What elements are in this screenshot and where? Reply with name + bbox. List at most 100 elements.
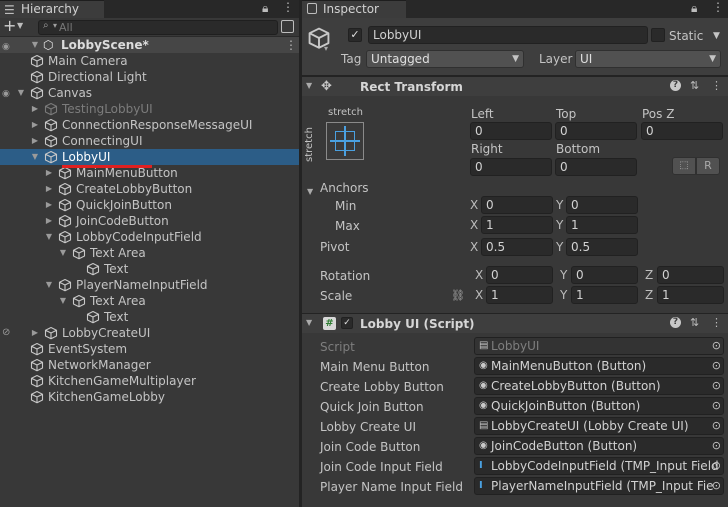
hierarchy-item[interactable]: EventSystem [0, 341, 299, 357]
add-dropdown-arrow-icon[interactable]: ▼ [17, 21, 23, 30]
hierarchy-item[interactable]: KitchenGameLobby [0, 389, 299, 405]
top-field[interactable]: 0 [555, 122, 637, 140]
hierarchy-item[interactable]: ▶ JoinCodeButton [0, 213, 299, 229]
right-field[interactable]: 0 [470, 158, 552, 176]
expand-arrow-icon[interactable]: ▼ [30, 37, 40, 53]
hierarchy-item[interactable]: ▼ PlayerNameInputField [0, 277, 299, 293]
presets-icon[interactable]: ⇅ [690, 79, 699, 92]
expand-arrow-icon[interactable]: ▼ [306, 81, 312, 90]
object-reference-field[interactable]: ◉ CreateLobbyButton (Button) ⊙ [474, 377, 724, 395]
object-reference-field[interactable]: I LobbyCodeInputField (TMP_Input Field ⊙ [474, 457, 724, 475]
blueprint-mode-button[interactable]: ⬚ [672, 157, 696, 175]
hierarchy-item[interactable]: ▼ Text Area [0, 245, 299, 261]
hierarchy-item[interactable]: ▼ Canvas ◉ [0, 85, 299, 101]
component-menu-icon[interactable]: ⋮ [711, 316, 722, 329]
scale-z-field[interactable]: 1 [657, 286, 724, 304]
object-picker-icon[interactable]: ⊙ [712, 438, 721, 454]
static-dropdown-icon[interactable]: ▼ [713, 28, 720, 44]
add-button[interactable]: + [3, 16, 16, 35]
active-checkbox[interactable]: ✓ [348, 28, 362, 42]
object-picker-icon[interactable]: ⊙ [712, 418, 721, 434]
help-icon[interactable]: ? [670, 317, 681, 328]
collapse-arrow-icon[interactable]: ▶ [44, 181, 54, 197]
object-picker-icon[interactable]: ⊙ [712, 478, 721, 494]
object-reference-field[interactable]: ◉ JoinCodeButton (Button) ⊙ [474, 437, 724, 455]
constrain-proportions-icon[interactable]: ⛓ [451, 288, 465, 304]
bottom-field[interactable]: 0 [555, 158, 637, 176]
presets-icon[interactable]: ⇅ [690, 316, 699, 329]
scene-row[interactable]: ◉ ▼ ⬡ LobbyScene* ⋮ [0, 37, 299, 53]
min-x-field[interactable]: 0 [481, 196, 553, 214]
scale-y-field[interactable]: 1 [571, 286, 638, 304]
hierarchy-item[interactable]: ▼ LobbyUI [0, 149, 299, 165]
pivot-y-field[interactable]: 0.5 [566, 238, 638, 256]
expand-arrow-icon[interactable]: ▼ [58, 293, 68, 309]
object-picker-icon[interactable]: ⊙ [712, 398, 721, 414]
object-picker-icon[interactable]: ⊙ [712, 358, 721, 374]
lock-icon[interactable]: 🔒︎ [691, 1, 697, 16]
hierarchy-item[interactable]: ▶ ConnectionResponseMessageUI [0, 117, 299, 133]
posz-field[interactable]: 0 [641, 122, 723, 140]
hierarchy-item[interactable]: Text [0, 261, 299, 277]
expand-arrow-icon[interactable]: ▼ [44, 277, 54, 293]
expand-arrow-icon[interactable]: ▼ [306, 318, 312, 327]
object-picker-icon[interactable]: ⊙ [712, 338, 721, 354]
object-reference-field[interactable]: I PlayerNameInputField (TMP_Input Fie ⊙ [474, 477, 724, 495]
hierarchy-item[interactable]: Main Camera [0, 53, 299, 69]
collapse-arrow-icon[interactable]: ▶ [30, 101, 40, 117]
max-y-field[interactable]: 1 [566, 216, 638, 234]
collapse-arrow-icon[interactable]: ▶ [44, 197, 54, 213]
component-menu-icon[interactable]: ⋮ [711, 79, 722, 92]
object-name-field[interactable]: LobbyUI [368, 26, 648, 44]
object-reference-field[interactable]: ◉ MainMenuButton (Button) ⊙ [474, 357, 724, 375]
min-y-field[interactable]: 0 [566, 196, 638, 214]
collapse-arrow-icon[interactable]: ▶ [30, 133, 40, 149]
hierarchy-item[interactable]: NetworkManager [0, 357, 299, 373]
object-reference-field[interactable]: ▤ LobbyCreateUI (Lobby Create UI) ⊙ [474, 417, 724, 435]
hierarchy-item[interactable]: ▼ LobbyCodeInputField [0, 229, 299, 245]
help-icon[interactable]: ? [670, 80, 681, 91]
hierarchy-item[interactable]: KitchenGameMultiplayer [0, 373, 299, 389]
expand-arrow-icon[interactable]: ▼ [44, 229, 54, 245]
static-checkbox[interactable] [651, 28, 665, 42]
hierarchy-item[interactable]: ▶ ConnectingUI [0, 133, 299, 149]
collapse-arrow-icon[interactable]: ▶ [30, 117, 40, 133]
hierarchy-item[interactable]: ▶ QuickJoinButton [0, 197, 299, 213]
tab-inspector[interactable]: Inspector [302, 0, 406, 18]
pivot-x-field[interactable]: 0.5 [481, 238, 553, 256]
script-enabled-checkbox[interactable]: ✓ [341, 317, 353, 329]
hierarchy-item[interactable]: ▶ CreateLobbyButton [0, 181, 299, 197]
hidden-eye-icon[interactable]: ⊘ [2, 325, 10, 341]
tag-dropdown[interactable]: Untagged ▼ [366, 50, 524, 68]
lobby-ui-script-header[interactable]: ▼ # ✓ Lobby UI (Script) ? ⇅ ⋮ [302, 313, 728, 333]
search-filter-icon[interactable] [281, 20, 294, 33]
lock-icon[interactable]: 🔒︎ [262, 1, 268, 16]
anchor-preset-button[interactable] [326, 122, 364, 160]
rotation-x-field[interactable]: 0 [486, 266, 553, 284]
search-input[interactable]: ⌕ ▾ All [38, 20, 278, 35]
hierarchy-item[interactable]: ▶ TestingLobbyUI [0, 101, 299, 117]
icon-dropdown-icon[interactable]: ▾ [324, 44, 328, 53]
left-field[interactable]: 0 [470, 122, 552, 140]
raw-edit-button[interactable]: R [696, 157, 720, 175]
collapse-arrow-icon[interactable]: ▶ [30, 325, 40, 341]
object-reference-field[interactable]: ◉ QuickJoinButton (Button) ⊙ [474, 397, 724, 415]
hierarchy-item[interactable]: ▶ LobbyCreateUI ⊘ [0, 325, 299, 341]
object-picker-icon[interactable]: ⊙ [712, 458, 721, 474]
scene-menu-icon[interactable]: ⋮ [285, 37, 297, 53]
collapse-arrow-icon[interactable]: ▶ [44, 165, 54, 181]
expand-arrow-icon[interactable]: ▼ [58, 245, 68, 261]
collapse-arrow-icon[interactable]: ▶ [44, 213, 54, 229]
object-picker-icon[interactable]: ⊙ [712, 378, 721, 394]
expand-arrow-icon[interactable]: ▼ [16, 85, 26, 101]
rotation-z-field[interactable]: 0 [657, 266, 724, 284]
kebab-menu-icon[interactable]: ⋮ [282, 0, 294, 14]
anchors-expand-icon[interactable]: ▼ [307, 184, 313, 200]
rect-transform-header[interactable]: ▼ ✥ Rect Transform ? ⇅ ⋮ [302, 76, 728, 96]
kebab-menu-icon[interactable]: ⋮ [712, 0, 724, 14]
max-x-field[interactable]: 1 [481, 216, 553, 234]
hierarchy-item[interactable]: Directional Light [0, 69, 299, 85]
hierarchy-item[interactable]: Text [0, 309, 299, 325]
rotation-y-field[interactable]: 0 [571, 266, 638, 284]
layer-dropdown[interactable]: UI ▼ [575, 50, 721, 68]
